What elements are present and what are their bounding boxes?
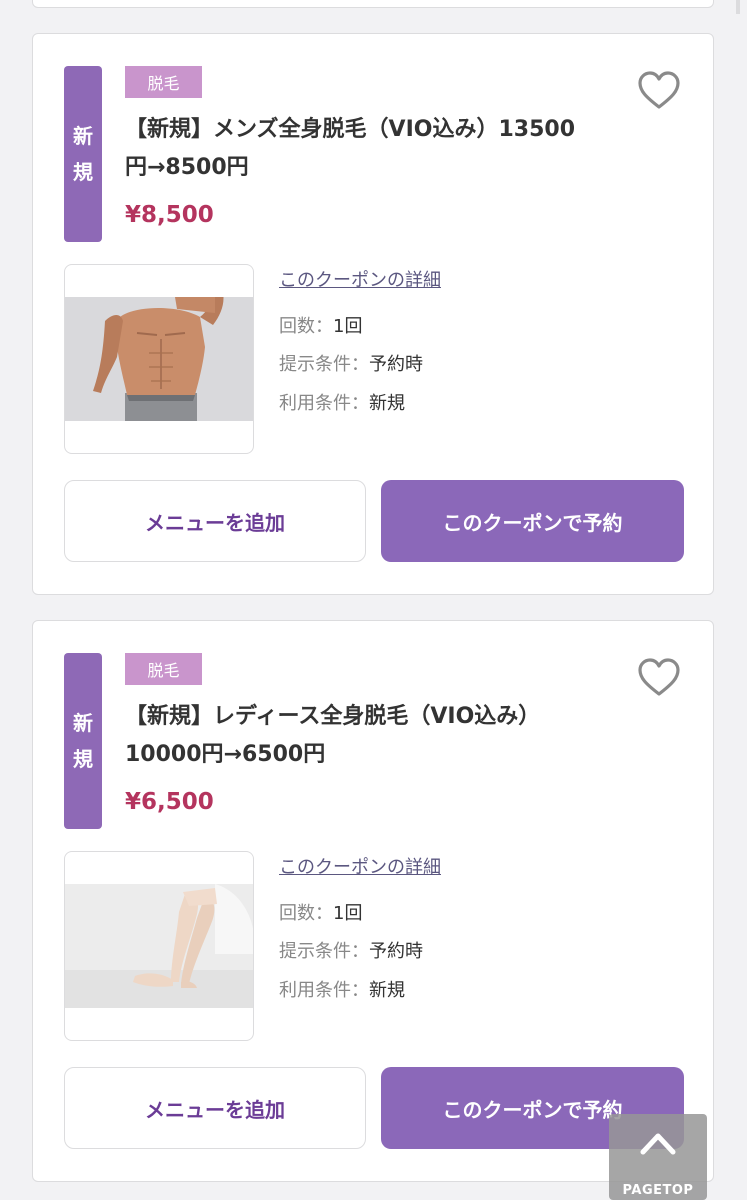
count-label: 回数： [279,316,333,337]
count-value: 1回 [333,316,363,337]
chevron-up-icon [640,1133,676,1155]
badge-char: 新 [73,124,93,148]
new-customer-badge: 新 規 [64,653,102,829]
coupon-detail-link[interactable]: このクーポンの詳細 [279,853,441,879]
badge-char: 規 [73,747,93,771]
present-label: 提示条件： [279,354,369,375]
count-label: 回数： [279,903,333,924]
badge-char: 新 [73,711,93,735]
coupon-title: 【新規】メンズ全身脱毛（VIO込み）13500円→8500円 [125,117,576,180]
coupon-title: 【新規】レディース全身脱毛（VIO込み）10000円→6500円 [125,704,541,767]
heart-icon[interactable] [637,70,681,110]
usage-value: 新規 [369,980,405,1001]
add-menu-button[interactable]: メニューを追加 [64,1067,366,1149]
coupon-price: ¥8,500 [125,202,214,228]
category-tag: 脱毛 [125,653,202,685]
badge-char: 規 [73,160,93,184]
present-label: 提示条件： [279,941,369,962]
scroll-edge [736,0,740,14]
count-row: 回数：1回 [279,899,362,925]
pagetop-button[interactable]: PAGETOP [609,1114,707,1200]
coupon-card: 新 規 脱毛 【新規】レディース全身脱毛（VIO込み）10000円→6500円 … [32,620,714,1182]
add-menu-button[interactable]: メニューを追加 [64,480,366,562]
coupon-image-ladies [64,851,254,1041]
usage-condition-row: 利用条件：新規 [279,389,405,415]
coupon-detail-link[interactable]: このクーポンの詳細 [279,266,441,292]
usage-label: 利用条件： [279,980,369,1001]
present-condition-row: 提示条件：予約時 [279,937,423,963]
new-customer-badge: 新 規 [64,66,102,242]
previous-coupon-card [32,0,714,8]
present-value: 予約時 [369,941,423,962]
present-value: 予約時 [369,354,423,375]
reserve-with-coupon-button[interactable]: このクーポンで予約 [381,480,684,562]
coupon-image-men [64,264,254,454]
usage-condition-row: 利用条件：新規 [279,976,405,1002]
count-value: 1回 [333,903,363,924]
count-row: 回数：1回 [279,312,362,338]
category-tag: 脱毛 [125,66,202,98]
pagetop-label: PAGETOP [622,1183,694,1198]
coupon-price: ¥6,500 [125,789,214,815]
coupon-card: 新 規 脱毛 【新規】メンズ全身脱毛（VIO込み）13500円→8500円 ¥8… [32,33,714,595]
present-condition-row: 提示条件：予約時 [279,350,423,376]
usage-value: 新規 [369,393,405,414]
usage-label: 利用条件： [279,393,369,414]
heart-icon[interactable] [637,657,681,697]
